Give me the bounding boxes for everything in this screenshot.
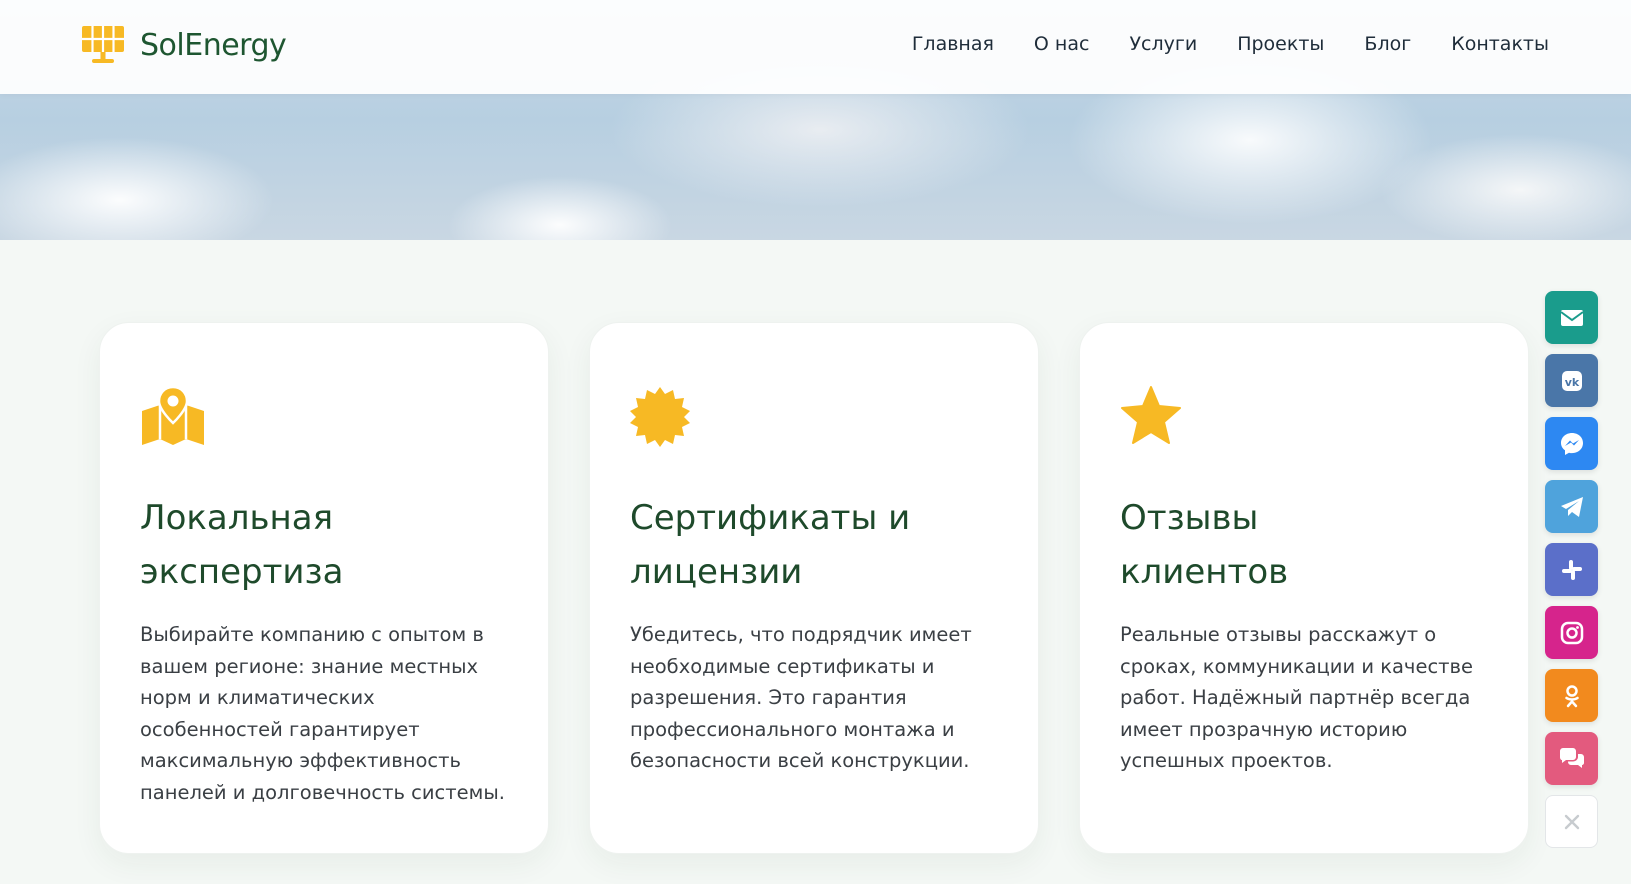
vk-icon: vk	[1561, 370, 1582, 391]
logo-link[interactable]: SolEnergy	[78, 24, 287, 66]
card-text: Убедитесь, что подрядчик имеет необходим…	[630, 623, 972, 772]
odnoklassniki-icon	[1564, 684, 1579, 707]
email-button[interactable]	[1545, 291, 1598, 344]
email-icon	[1559, 309, 1584, 326]
social-contact-bar: vk	[1545, 291, 1598, 848]
odnoklassniki-button[interactable]	[1545, 669, 1598, 722]
svg-text:vk: vk	[1564, 376, 1579, 389]
card-title: Отзывы клиентов	[1120, 498, 1289, 592]
logo-text: SolEnergy	[140, 27, 287, 63]
nav-projects[interactable]: Проекты	[1237, 33, 1324, 55]
telegram-button[interactable]	[1545, 480, 1598, 533]
chat-icon	[1559, 747, 1584, 768]
telegram-icon	[1560, 496, 1583, 517]
card-text: Выбирайте компанию с опытом в вашем реги…	[140, 623, 505, 804]
instagram-button[interactable]	[1545, 606, 1598, 659]
close-icon	[1564, 814, 1579, 829]
chat-button[interactable]	[1545, 732, 1598, 785]
vk-button[interactable]: vk	[1545, 354, 1598, 407]
feature-cards: Локальная экспертиза Выбирайте компанию …	[99, 322, 1529, 854]
nav-blog[interactable]: Блог	[1364, 33, 1411, 55]
nav-services[interactable]: Услуги	[1129, 33, 1197, 55]
card-text: Реальные отзывы расскажут о сроках, комм…	[1120, 623, 1474, 772]
slack-button[interactable]	[1545, 543, 1598, 596]
nav-contacts[interactable]: Контакты	[1451, 33, 1549, 55]
solar-panel-icon	[82, 26, 124, 63]
close-social-button[interactable]	[1545, 795, 1598, 848]
site-header: SolEnergy Главная О нас Услуги Проекты Б…	[0, 0, 1631, 94]
feature-card-local-expertise: Локальная экспертиза Выбирайте компанию …	[99, 322, 549, 854]
feature-card-reviews: Отзывы клиентов Реальные отзывы расскажу…	[1079, 322, 1529, 854]
slack-icon	[1561, 559, 1582, 580]
nav-home[interactable]: Главная	[912, 33, 994, 55]
card-title: Локальная экспертиза	[140, 498, 344, 592]
certificate-icon	[630, 387, 690, 447]
instagram-icon	[1560, 621, 1583, 644]
messenger-icon	[1560, 432, 1583, 455]
card-title: Сертификаты и лицензии	[630, 498, 911, 592]
nav-about[interactable]: О нас	[1034, 33, 1090, 55]
main-nav: Главная О нас Услуги Проекты Блог Контак…	[912, 33, 1549, 55]
star-icon	[1121, 386, 1181, 444]
map-pin-icon	[142, 385, 204, 445]
feature-card-certificates: Сертификаты и лицензии Убедитесь, что по…	[589, 322, 1039, 854]
messenger-button[interactable]	[1545, 417, 1598, 470]
